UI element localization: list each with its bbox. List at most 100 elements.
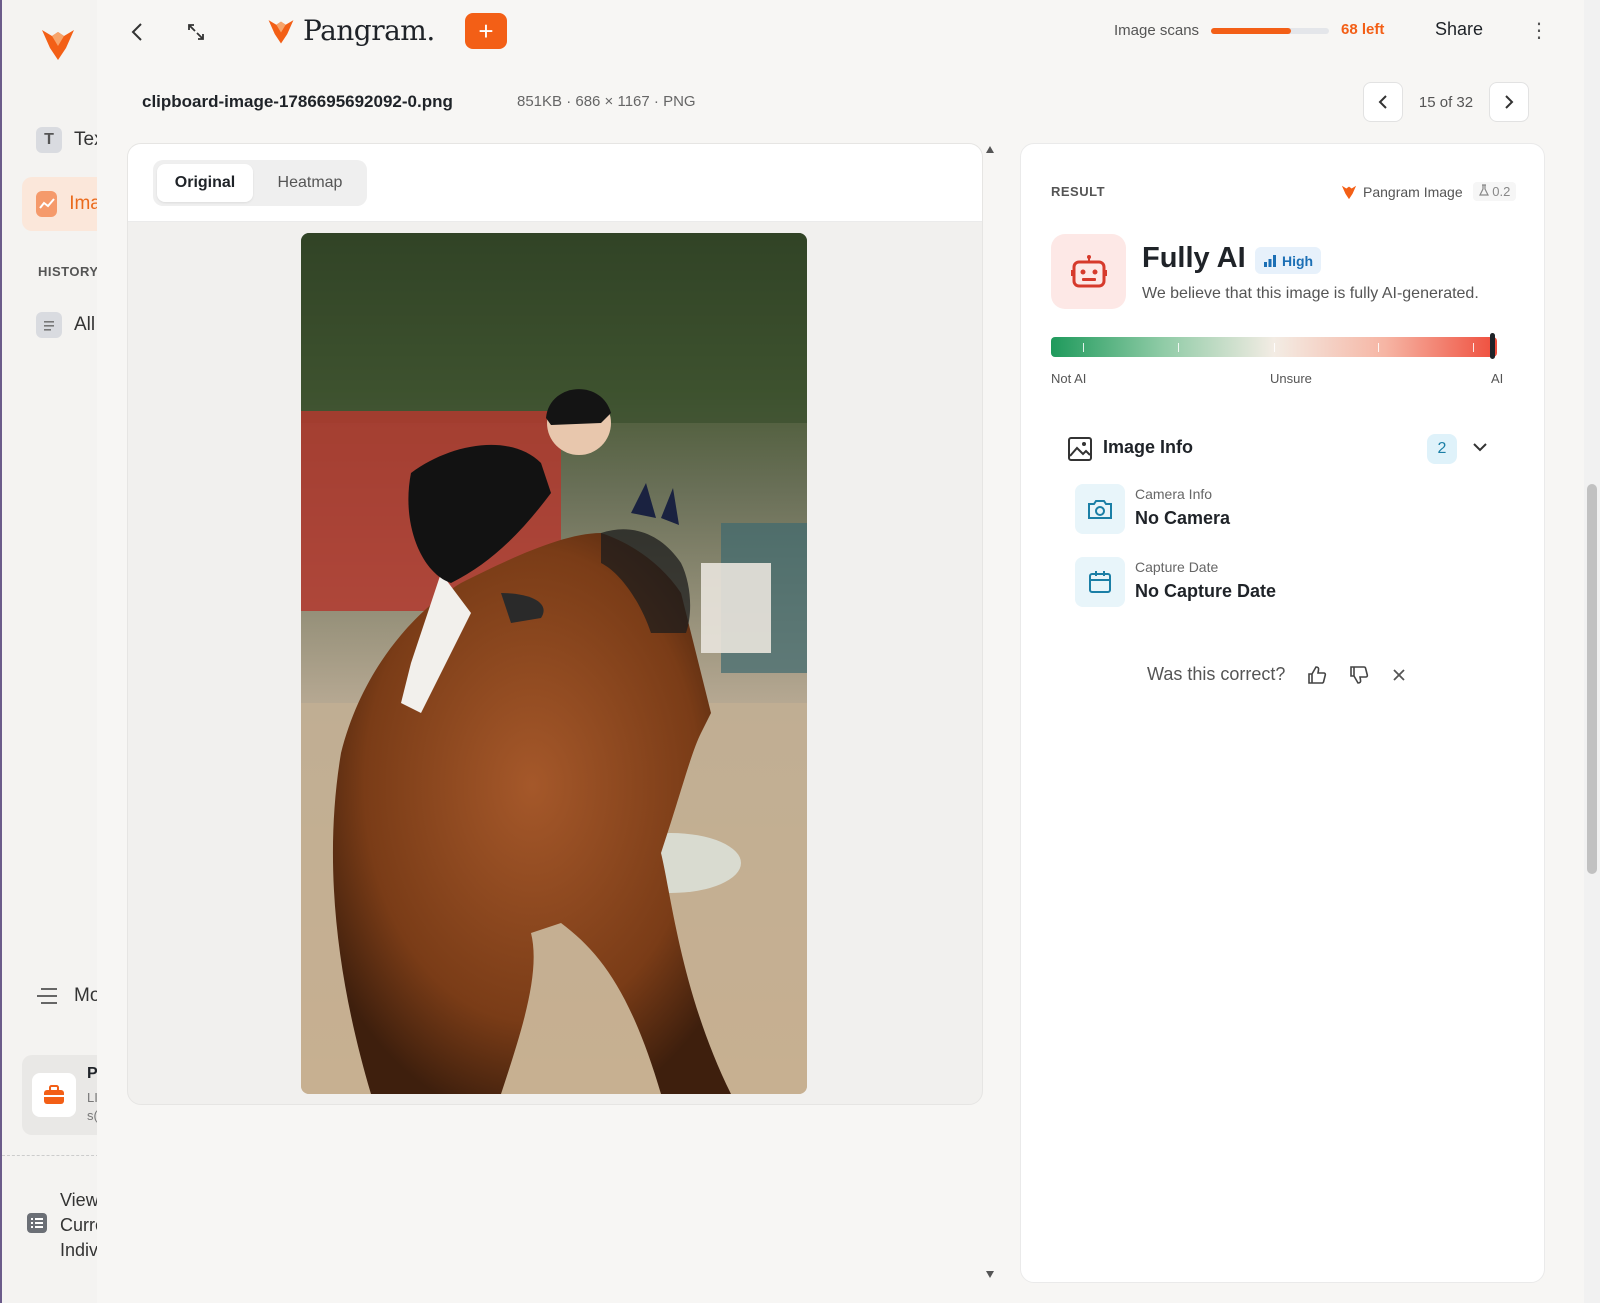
gauge-tick (1274, 343, 1275, 352)
gauge-label-ai: AI (1491, 371, 1504, 386)
chevron-down-icon (1473, 443, 1487, 452)
new-scan-button[interactable]: + (465, 13, 507, 49)
menu-lines-icon (36, 983, 62, 1009)
brand-name: Pangram. (303, 14, 435, 47)
confidence-badge: High (1255, 247, 1322, 274)
signal-bars-icon (1264, 254, 1276, 267)
gauge-label-not-ai: Not AI (1051, 371, 1087, 386)
plus-icon: + (478, 15, 494, 46)
feedback-question: Was this correct? (1147, 664, 1286, 684)
promo-card-subtitle-line: LI (87, 1090, 97, 1105)
gauge-tick (1378, 343, 1379, 352)
flask-icon (1478, 184, 1489, 196)
sidebar-item-text[interactable]: T Text (22, 113, 97, 167)
pangram-logo-icon[interactable] (40, 26, 76, 62)
thumbs-down-icon[interactable] (1349, 665, 1369, 685)
pager: 15 of 32 (1363, 82, 1529, 122)
chevron-right-icon (1505, 95, 1514, 109)
image-icon (1068, 437, 1092, 461)
tab-original[interactable]: Original (157, 164, 253, 202)
detail-panel: Pangram. + Image scans 68 left Share ⋮ c… (97, 0, 1584, 1303)
gauge-tick (1083, 343, 1084, 352)
topbar: Pangram. + Image scans 68 left Share ⋮ (97, 0, 1584, 62)
chevron-left-icon (1378, 95, 1387, 109)
model-version: 0.2 (1472, 182, 1517, 201)
view-line: Indiv (60, 1240, 97, 1260)
share-button[interactable]: Share (1435, 19, 1483, 40)
model-info: Pangram Image 0.2 (1341, 182, 1517, 201)
brand: Pangram. (267, 14, 435, 47)
capture-date-label: Capture Date (1135, 559, 1219, 575)
sidebar: T Text Image HISTORY All More P LI s( (0, 0, 97, 1303)
page-scrollbar[interactable] (1584, 0, 1600, 1303)
sidebar-item-label: Text (74, 129, 97, 150)
capture-date-row: Capture Date No Capture Date (1075, 557, 1475, 609)
image-scans-progress (1211, 28, 1329, 34)
image-info-title: Image Info (1103, 437, 1194, 457)
image-scans-remaining: 68 left (1341, 21, 1385, 38)
scanned-image (301, 233, 807, 1094)
viewer-header: Original Heatmap (128, 144, 982, 222)
image-icon (36, 191, 58, 217)
camera-info-label: Camera Info (1135, 486, 1213, 502)
page-scrollbar-thumb[interactable] (1587, 484, 1597, 874)
image-info-toggle[interactable]: Image Info 2 (1067, 434, 1507, 466)
view-current-link[interactable]: View Curre Indiv (60, 1188, 97, 1263)
image-info-count: 2 (1427, 434, 1457, 464)
gauge-needle (1489, 333, 1495, 359)
camera-info-row: Camera Info No Camera (1075, 484, 1475, 536)
camera-icon (1075, 484, 1125, 534)
chevron-left-icon (131, 23, 142, 41)
view-line: Curre (60, 1215, 97, 1235)
verdict-description: We believe that this image is fully AI-g… (1142, 285, 1479, 302)
sidebar-more-button[interactable]: More (22, 969, 97, 1023)
gauge-label-unsure: Unsure (1270, 371, 1312, 386)
promo-card[interactable]: P LI s( (22, 1055, 97, 1135)
sidebar-item-label: All (74, 314, 96, 335)
model-version-number: 0.2 (1492, 184, 1511, 199)
confidence-label: High (1282, 252, 1314, 269)
back-button[interactable] (121, 16, 153, 48)
briefcase-icon (32, 1073, 76, 1117)
view-toggle: Original Heatmap (153, 160, 367, 206)
tab-heatmap[interactable]: Heatmap (257, 164, 363, 202)
document-icon (36, 312, 62, 338)
model-name: Pangram Image (1363, 183, 1463, 200)
thumbs-up-icon[interactable] (1307, 665, 1327, 685)
result-panel: RESULT Pangram Image 0.2 Fully AI High W… (1020, 143, 1545, 1283)
image-scans-label: Image scans (1114, 22, 1200, 39)
expand-button[interactable] (180, 16, 212, 48)
pangram-logo-icon (268, 19, 294, 43)
image-scans-progress-fill (1211, 28, 1292, 34)
sidebar-item-image[interactable]: Image (22, 177, 97, 231)
camera-info-value: No Camera (1135, 508, 1231, 528)
promo-card-subtitle-line: s( (87, 1108, 97, 1123)
text-icon: T (36, 127, 62, 153)
calendar-icon (1075, 557, 1125, 607)
pangram-logo-icon (1341, 185, 1357, 199)
next-button[interactable] (1489, 82, 1529, 122)
sidebar-item-label: More (74, 985, 97, 1006)
file-name: clipboard-image-1786695692092-0.png (142, 92, 453, 111)
feedback-bar: Was this correct? (1147, 664, 1407, 685)
previous-button[interactable] (1363, 82, 1403, 122)
expand-icon (188, 24, 204, 40)
gauge-tick (1473, 343, 1474, 352)
file-meta: 851KB · 686 × 1167 · PNG (517, 93, 696, 110)
history-heading: HISTORY (38, 264, 97, 279)
promo-card-subtitle: LI s( (87, 1089, 97, 1125)
robot-icon (1051, 234, 1126, 309)
gauge-tick (1178, 343, 1179, 352)
sidebar-item-all[interactable]: All (22, 298, 97, 352)
capture-date-value: No Capture Date (1135, 581, 1277, 601)
verdict-title: Fully AI (1142, 242, 1246, 274)
pager-position: 15 of 32 (1418, 93, 1474, 111)
close-icon[interactable] (1391, 667, 1407, 683)
viewer-scrollbar[interactable] (983, 143, 997, 1283)
image-viewer: Original Heatmap (127, 143, 983, 1105)
ai-likelihood-gauge (1051, 333, 1497, 359)
result-heading: RESULT (1051, 184, 1106, 199)
more-options-icon[interactable]: ⋮ (1529, 18, 1549, 43)
sidebar-item-label: Image (69, 193, 97, 214)
list-icon (27, 1213, 47, 1233)
